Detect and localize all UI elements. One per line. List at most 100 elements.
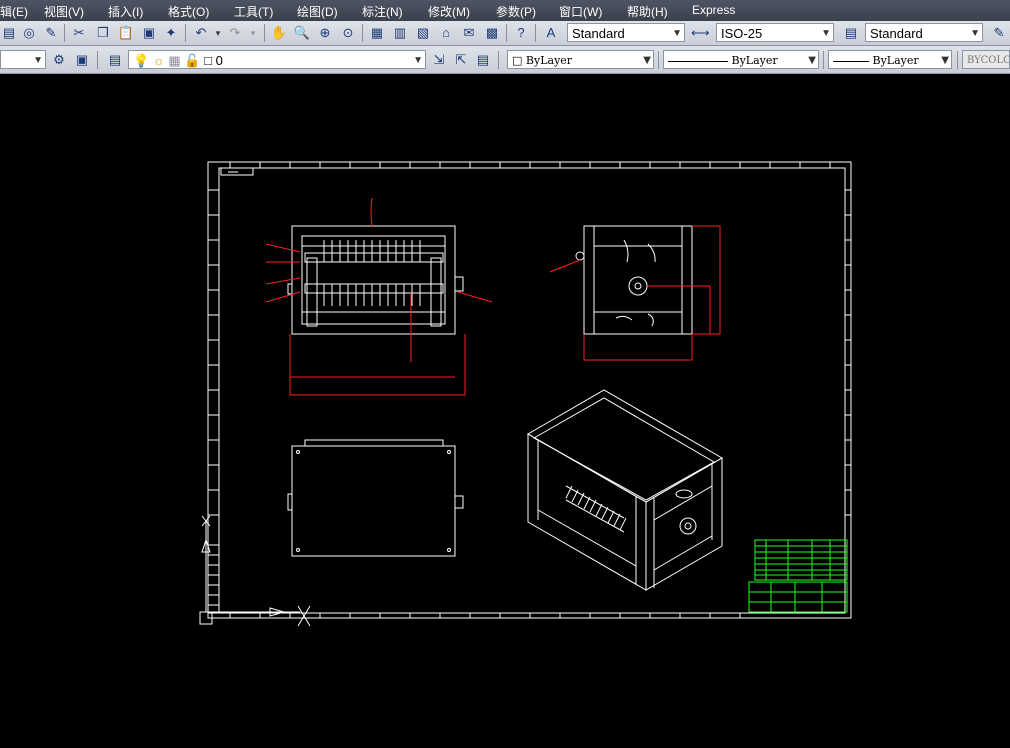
front-view-blades bbox=[323, 240, 421, 306]
customize-icon[interactable]: ▣ bbox=[73, 51, 91, 69]
linetype-select[interactable]: ByLayer ▼ bbox=[663, 50, 819, 69]
chevron-down-icon: ▼ bbox=[821, 28, 831, 39]
plot-icon[interactable]: ▤ bbox=[0, 24, 18, 42]
chevron-down-icon: ▼ bbox=[413, 55, 423, 66]
publish-icon[interactable]: ✎ bbox=[42, 24, 60, 42]
block-editor-icon[interactable]: ✦ bbox=[162, 24, 180, 42]
menu-insert[interactable]: 插入(I) bbox=[108, 3, 143, 20]
text-style-value: Standard bbox=[572, 26, 625, 41]
isometric-view bbox=[527, 389, 723, 591]
menu-help[interactable]: 帮助(H) bbox=[627, 3, 668, 20]
properties-icon[interactable]: ▦ bbox=[368, 24, 386, 42]
menu-dimension[interactable]: 标注(N) bbox=[362, 3, 403, 20]
undo-dropdown-icon[interactable]: ▾ bbox=[209, 24, 227, 42]
design-center-icon[interactable]: ▥ bbox=[391, 24, 409, 42]
side-view bbox=[575, 225, 693, 335]
lineweight-value: ByLayer bbox=[872, 54, 919, 67]
table-style-select[interactable]: Standard ▼ bbox=[865, 23, 983, 42]
toolbar-separator bbox=[498, 51, 499, 69]
layer-select[interactable]: 💡 ☼ ▦ 🔓 □ 0 ▼ bbox=[128, 50, 426, 69]
chevron-down-icon: ▼ bbox=[941, 55, 949, 66]
menu-window[interactable]: 窗口(W) bbox=[559, 3, 602, 20]
toolbar-separator bbox=[823, 51, 824, 69]
layer-previous-icon[interactable]: ⇱ bbox=[452, 51, 470, 69]
calculator-icon[interactable]: ▩ bbox=[483, 24, 501, 42]
layer-properties-icon[interactable]: ▤ bbox=[106, 51, 124, 69]
toolbar-separator bbox=[957, 51, 958, 69]
layer-thaw-icon: ☼ bbox=[152, 53, 165, 68]
markup-icon[interactable]: ✉ bbox=[460, 24, 478, 42]
copy-icon[interactable]: ❐ bbox=[94, 24, 112, 42]
front-view bbox=[287, 225, 464, 335]
chevron-down-icon: ▼ bbox=[33, 55, 43, 66]
layers-toolbar: ▼ ⚙ ▣ ▤ 💡 ☼ ▦ 🔓 □ 0 ▼ ⇲ ⇱ ▤ □ ByLayer ▼ B… bbox=[0, 46, 1010, 74]
toolbar-separator bbox=[185, 24, 186, 42]
pan-icon[interactable]: ✋ bbox=[270, 24, 288, 42]
match-properties-icon[interactable]: ▣ bbox=[140, 24, 158, 42]
plot-preview-icon[interactable]: ◎ bbox=[20, 24, 38, 42]
layer-states-icon[interactable]: ▤ bbox=[474, 51, 492, 69]
toolbar-separator bbox=[64, 24, 65, 42]
top-view bbox=[287, 439, 464, 557]
toolbar-separator bbox=[506, 24, 507, 42]
undo-icon[interactable]: ↶ bbox=[192, 24, 210, 42]
plotstyle-value: BYCOLOR bbox=[967, 55, 1009, 66]
lineweight-select[interactable]: ByLayer ▼ bbox=[828, 50, 952, 69]
front-view-dimensions bbox=[265, 197, 493, 396]
menu-modify[interactable]: 修改(M) bbox=[428, 3, 470, 20]
layer-color-swatch: □ bbox=[204, 53, 212, 68]
table-style-icon[interactable]: ▤ bbox=[842, 24, 860, 42]
color-swatch: □ bbox=[512, 54, 523, 67]
toolbar-separator bbox=[97, 51, 98, 69]
menu-parameters[interactable]: 参数(P) bbox=[496, 3, 536, 20]
dim-style-select[interactable]: ISO-25 ▼ bbox=[716, 23, 834, 42]
chevron-down-icon: ▼ bbox=[970, 28, 980, 39]
dim-style-value: ISO-25 bbox=[721, 26, 763, 41]
sheet-set-icon[interactable]: ⌂ bbox=[437, 24, 455, 42]
menu-express[interactable]: Express bbox=[692, 3, 735, 17]
color-select[interactable]: □ ByLayer ▼ bbox=[507, 50, 654, 69]
menu-edit[interactable]: 辑(E) bbox=[0, 3, 28, 20]
toolbar-separator bbox=[535, 24, 536, 42]
tool-palettes-icon[interactable]: ▧ bbox=[414, 24, 432, 42]
layer-on-icon: 💡 bbox=[133, 53, 150, 68]
layer-viewport-icon: ▦ bbox=[168, 53, 181, 68]
layer-lock-icon: 🔓 bbox=[184, 53, 201, 68]
help-icon[interactable]: ? bbox=[512, 24, 530, 42]
chevron-down-icon: ▼ bbox=[672, 28, 682, 39]
layer-value: 0 bbox=[215, 53, 223, 68]
menu-view[interactable]: 视图(V) bbox=[44, 3, 84, 20]
workspace-select[interactable]: ▼ bbox=[0, 50, 46, 69]
text-style-select[interactable]: Standard ▼ bbox=[567, 23, 685, 42]
linetype-value: ByLayer bbox=[731, 54, 778, 67]
dim-style-icon[interactable]: ⟷ bbox=[691, 24, 710, 42]
redo-dropdown-icon[interactable]: ▾ bbox=[244, 24, 262, 42]
menu-tools[interactable]: 工具(T) bbox=[234, 3, 273, 20]
menu-format[interactable]: 格式(O) bbox=[168, 3, 209, 20]
table-style-value: Standard bbox=[870, 26, 923, 41]
isometric-blades bbox=[565, 485, 627, 531]
paste-icon[interactable]: 📋 bbox=[117, 24, 135, 42]
ucs-icon bbox=[199, 515, 311, 627]
standard-toolbar: ▤ ◎ ✎ ✂ ❐ 📋 ▣ ✦ ↶ ▾ ↷ ▾ ✋ 🔍 ⊕ ⊙ ▦ ▥ ▧ ⌂ … bbox=[0, 21, 1010, 46]
toolbar-separator bbox=[362, 24, 363, 42]
drawing-canvas[interactable] bbox=[0, 74, 1010, 743]
menu-draw[interactable]: 绘图(D) bbox=[297, 3, 338, 20]
chevron-down-icon: ▼ bbox=[808, 55, 816, 66]
workspace-settings-icon[interactable]: ⚙ bbox=[50, 51, 68, 69]
plotstyle-select[interactable]: BYCOLOR bbox=[962, 50, 1010, 69]
lineweight-preview bbox=[833, 60, 869, 62]
multileader-style-icon[interactable]: ✎ bbox=[990, 24, 1008, 42]
color-value: ByLayer bbox=[525, 54, 573, 67]
zoom-window-icon[interactable]: ⊕ bbox=[316, 24, 334, 42]
redo-icon[interactable]: ↷ bbox=[226, 24, 244, 42]
title-block bbox=[748, 539, 848, 613]
zoom-previous-icon[interactable]: ⊙ bbox=[339, 24, 357, 42]
left-revision-strip bbox=[207, 544, 220, 614]
zoom-realtime-icon[interactable]: 🔍 bbox=[293, 24, 311, 42]
chevron-down-icon: ▼ bbox=[643, 55, 651, 66]
text-style-icon[interactable]: A bbox=[542, 24, 560, 42]
cut-icon[interactable]: ✂ bbox=[70, 24, 88, 42]
make-object-layer-current-icon[interactable]: ⇲ bbox=[430, 51, 448, 69]
menu-bar: 辑(E) 视图(V) 插入(I) 格式(O) 工具(T) 绘图(D) 标注(N)… bbox=[0, 0, 1010, 21]
